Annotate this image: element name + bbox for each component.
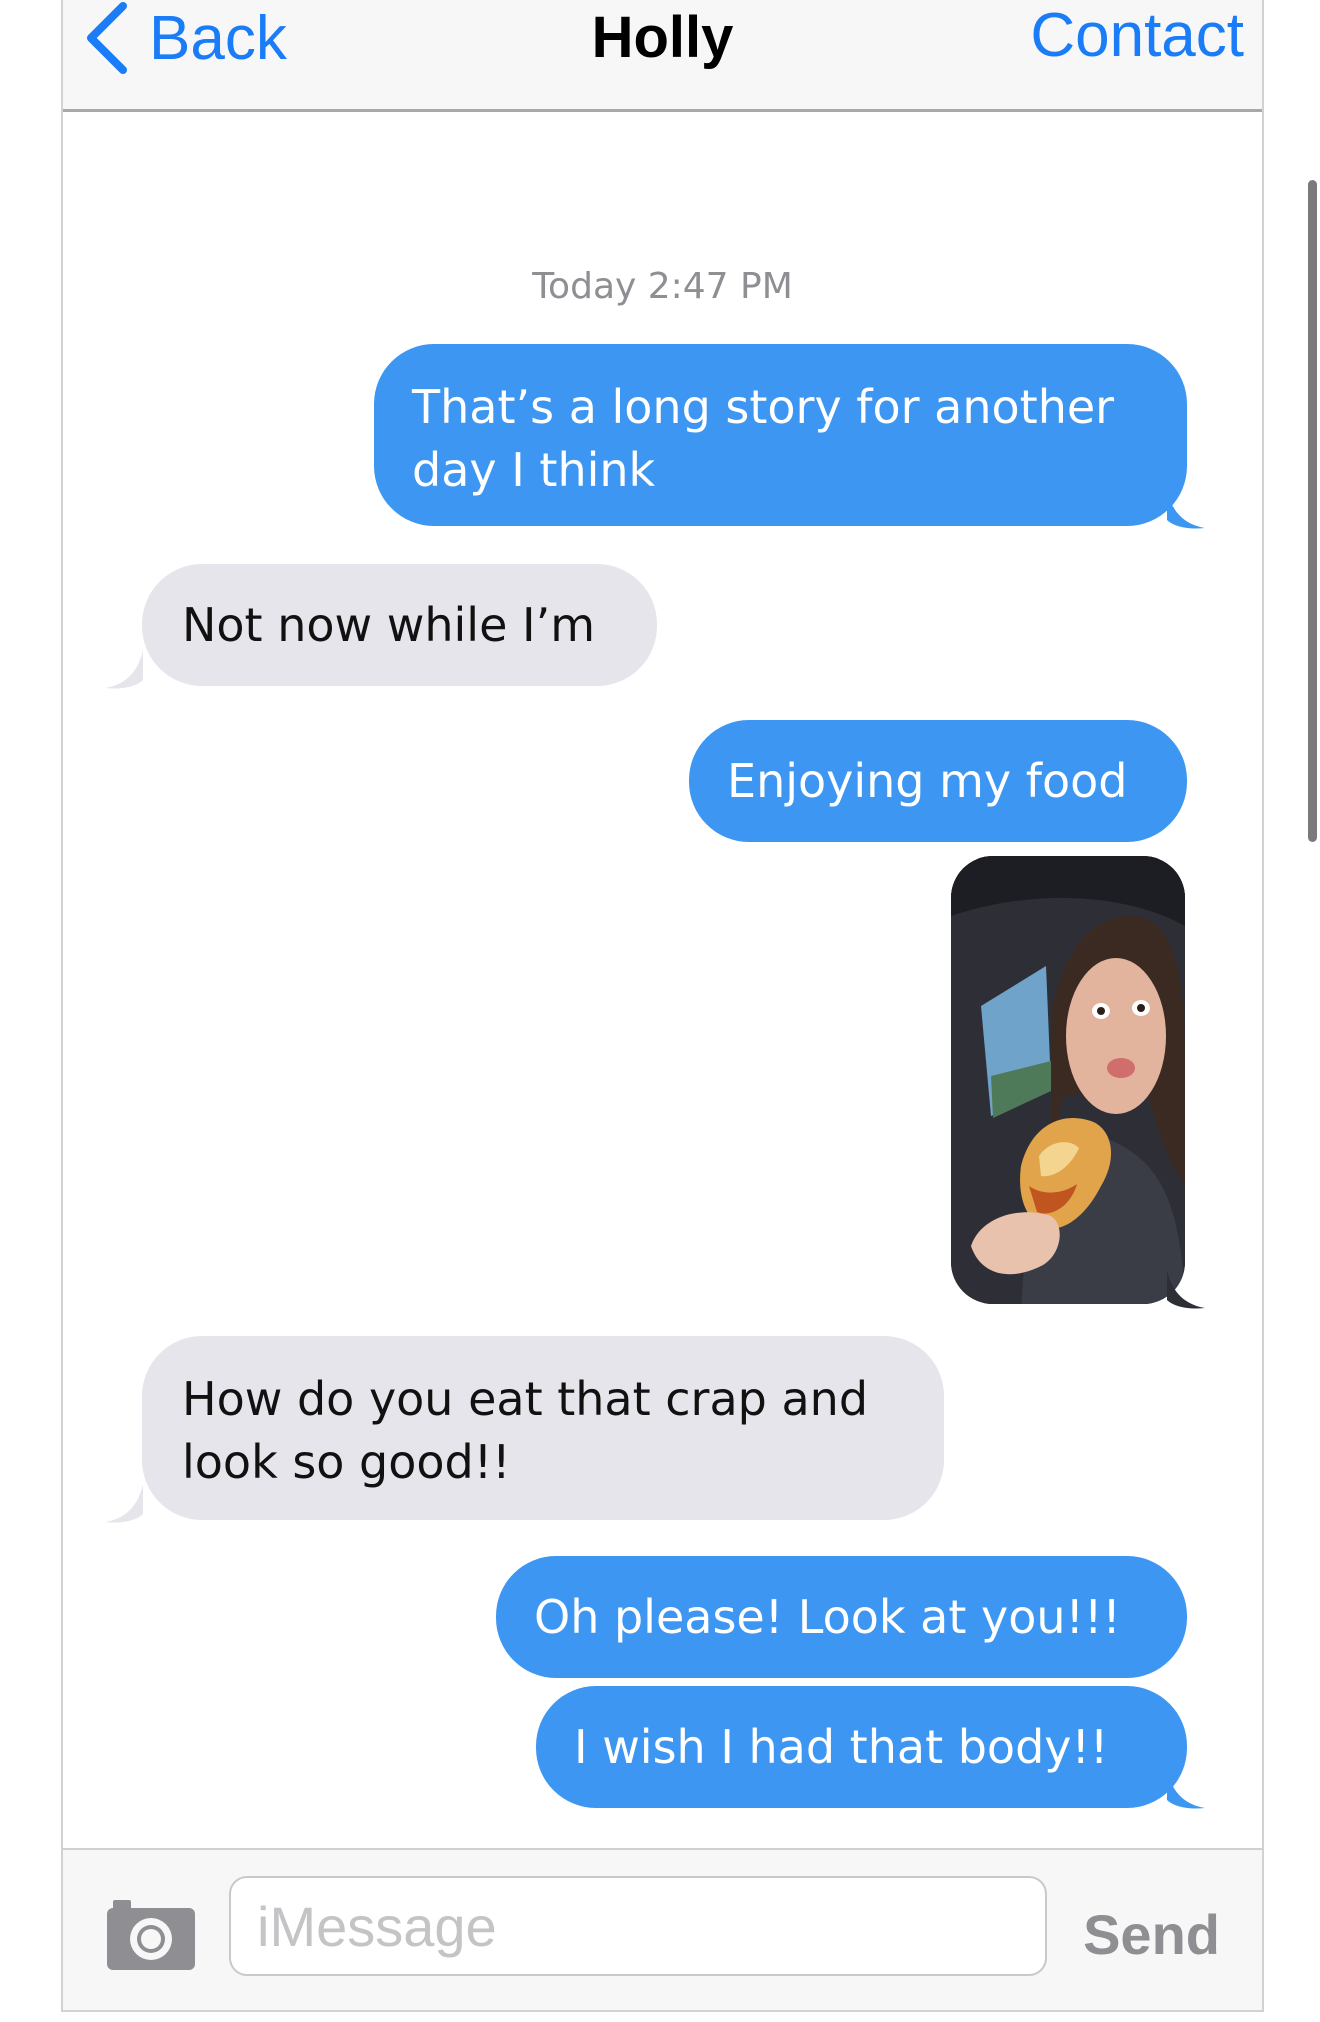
- message-text: How do you eat that crap and look so goo…: [182, 1372, 869, 1489]
- bubble-tail: [1167, 1270, 1205, 1309]
- messages-screen: Back Holly Contact Today 2:47 PM That’s …: [61, 0, 1264, 2012]
- message-text-field[interactable]: [231, 1878, 1045, 1974]
- message-bubble-outgoing[interactable]: Enjoying my food: [689, 720, 1187, 842]
- food-selfie-photo: [951, 856, 1185, 1304]
- camera-icon[interactable]: [105, 1894, 197, 1972]
- message-bubble-outgoing[interactable]: That’s a long story for another day I th…: [374, 344, 1187, 526]
- message-text: Enjoying my food: [727, 754, 1128, 808]
- photo-message[interactable]: [951, 856, 1185, 1304]
- navigation-bar: Back Holly Contact: [63, 0, 1262, 112]
- message-bubble-incoming[interactable]: How do you eat that crap and look so goo…: [142, 1336, 944, 1520]
- bubble-tail: [1167, 1770, 1205, 1809]
- bubble-tail: [105, 650, 143, 689]
- send-button[interactable]: Send: [1083, 1902, 1220, 1967]
- message-text: That’s a long story for another day I th…: [412, 380, 1115, 497]
- bubble-tail: [105, 1484, 143, 1523]
- conversation-timestamp: Today 2:47 PM: [532, 266, 793, 307]
- contact-button[interactable]: Contact: [1030, 0, 1244, 71]
- message-bubble-incoming[interactable]: Not now while I’m: [142, 564, 657, 686]
- compose-bar: Send: [63, 1848, 1262, 2010]
- message-bubble-outgoing[interactable]: Oh please! Look at you!!!: [496, 1556, 1187, 1678]
- message-text: Oh please! Look at you!!!: [534, 1590, 1121, 1644]
- bubble-tail: [1167, 490, 1205, 529]
- message-text: I wish I had that body!!: [574, 1720, 1109, 1774]
- message-bubble-outgoing[interactable]: I wish I had that body!!: [536, 1686, 1187, 1808]
- scrollbar[interactable]: [1308, 180, 1317, 842]
- message-text: Not now while I’m: [182, 598, 596, 652]
- message-input[interactable]: [229, 1876, 1047, 1976]
